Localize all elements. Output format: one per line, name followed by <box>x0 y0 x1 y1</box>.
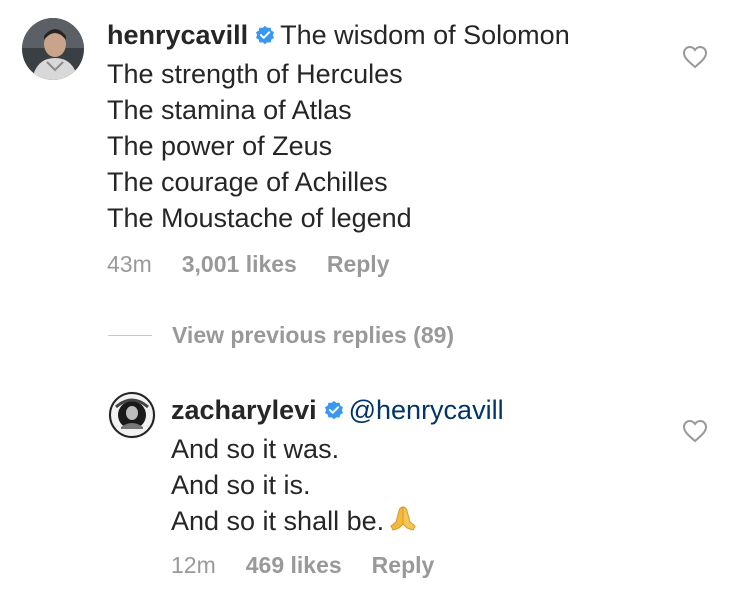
username[interactable]: zacharylevi <box>171 395 317 425</box>
comment-line: The wisdom of Solomon <box>280 20 570 50</box>
divider-line <box>108 334 152 336</box>
comment-meta: 12m 469 likes Reply <box>171 552 464 579</box>
mention-link[interactable]: @henrycavill <box>349 395 504 425</box>
comment-line: The Moustache of legend <box>107 203 412 233</box>
reply-button[interactable]: Reply <box>327 251 390 277</box>
comment-line: And so it was. <box>171 434 340 464</box>
heart-icon[interactable] <box>682 419 708 448</box>
comment-line: The stamina of Atlas <box>107 95 352 125</box>
heart-icon[interactable] <box>682 45 708 74</box>
verified-badge-icon <box>323 395 345 431</box>
comment-line: And so it is. <box>171 470 311 500</box>
avatar[interactable] <box>108 391 156 439</box>
timestamp: 43m <box>107 251 152 277</box>
likes-count[interactable]: 3,001 likes <box>182 251 297 277</box>
verified-badge-icon <box>254 20 276 56</box>
view-previous-replies-label[interactable]: View previous replies (89) <box>172 322 454 349</box>
comment-text: zacharylevi @henrycavill And so it was. A… <box>171 392 504 543</box>
comment-text: henrycavill The wisdom of Solomon The str… <box>107 17 570 236</box>
comment-line: And so it shall be. <box>171 506 385 536</box>
comment-line: The power of Zeus <box>107 131 333 161</box>
comment-line: The strength of Hercules <box>107 59 403 89</box>
comment-meta: 43m 3,001 likes Reply <box>107 251 420 278</box>
view-previous-replies[interactable]: View previous replies (89) <box>108 320 454 350</box>
comment-line: The courage of Achilles <box>107 167 388 197</box>
username[interactable]: henrycavill <box>107 20 248 50</box>
avatar[interactable] <box>22 18 84 80</box>
reply-button[interactable]: Reply <box>372 552 435 578</box>
timestamp: 12m <box>171 552 216 578</box>
folded-hands-emoji-icon <box>388 504 418 543</box>
likes-count[interactable]: 469 likes <box>246 552 342 578</box>
